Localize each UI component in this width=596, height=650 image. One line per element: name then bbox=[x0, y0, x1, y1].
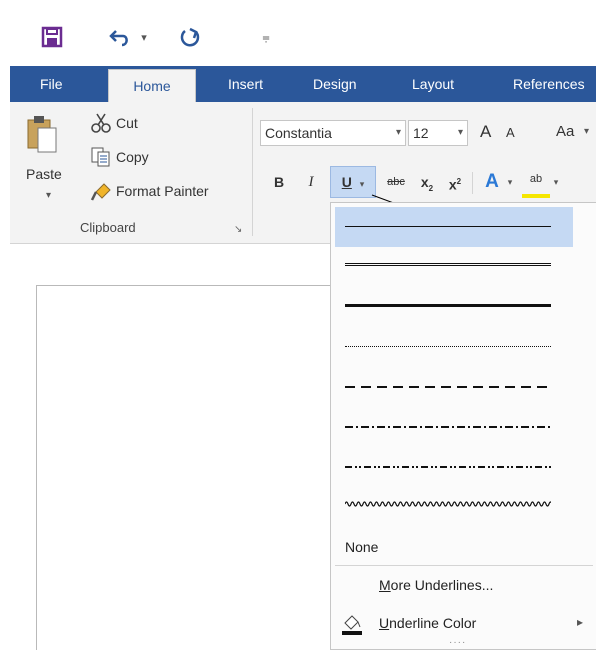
superscript-button[interactable]: x2 bbox=[444, 166, 466, 198]
superscript-mark: 2 bbox=[456, 177, 462, 186]
ribbon-tabs: File Home Insert Design Layout Reference… bbox=[10, 66, 596, 102]
font-size-value: 12 bbox=[413, 125, 429, 141]
underline-option-dash-dot[interactable] bbox=[335, 407, 573, 447]
underline-option-dashed[interactable] bbox=[335, 367, 573, 407]
font-size-field[interactable]: 12 ▾ bbox=[408, 120, 468, 146]
double-line bbox=[345, 263, 551, 269]
italic-button[interactable]: I bbox=[302, 166, 320, 198]
more-underlines-label: ore Underlines... bbox=[390, 577, 494, 593]
undo-icon[interactable] bbox=[105, 22, 135, 52]
underline-button[interactable]: U ▾ bbox=[330, 166, 376, 198]
copy-icon[interactable] bbox=[90, 146, 112, 168]
superscript-glyph: x bbox=[448, 176, 457, 193]
change-case-dropdown-icon[interactable]: ▾ bbox=[584, 126, 589, 137]
group-separator bbox=[252, 108, 253, 236]
underline-option-wave[interactable] bbox=[335, 487, 573, 527]
font-size-dropdown-icon[interactable]: ▾ bbox=[458, 121, 463, 145]
format-painter-label[interactable]: Format Painter bbox=[116, 183, 209, 199]
tab-insert[interactable]: Insert bbox=[228, 66, 263, 102]
underline-option-thick[interactable] bbox=[335, 287, 573, 327]
strikethrough-button[interactable]: abc bbox=[382, 166, 410, 198]
text-effects-button[interactable]: A bbox=[480, 166, 504, 198]
clipboard-launcher-icon[interactable]: ↘ bbox=[234, 224, 242, 235]
dashed-line bbox=[345, 386, 551, 388]
underline-option-double[interactable] bbox=[335, 247, 573, 287]
more-underlines-accel: M bbox=[379, 577, 391, 593]
underline-option-single[interactable] bbox=[335, 207, 573, 247]
thick-line bbox=[345, 304, 551, 307]
highlight-dropdown-icon[interactable]: ▾ bbox=[550, 166, 562, 198]
menu-separator bbox=[335, 565, 593, 566]
underline-color-icon[interactable] bbox=[341, 613, 363, 635]
subscript-mark: 2 bbox=[428, 183, 434, 193]
tab-layout[interactable]: Layout bbox=[412, 66, 454, 102]
bold-button[interactable]: B bbox=[268, 166, 290, 198]
wave-line bbox=[345, 501, 551, 507]
dash-dot-dot-line bbox=[345, 466, 551, 468]
quick-access-toolbar: ▾ ⩦ bbox=[10, 10, 596, 66]
clipboard-group-label: Clipboard bbox=[80, 220, 136, 235]
underline-dropdown-menu: None More Underlines... Underline Color … bbox=[330, 202, 596, 650]
change-case-button[interactable]: Aa bbox=[556, 123, 574, 140]
save-icon[interactable] bbox=[38, 22, 66, 52]
cut-icon[interactable] bbox=[90, 112, 112, 134]
text-effects-dropdown-icon[interactable]: ▾ bbox=[504, 166, 516, 198]
tab-references[interactable]: References bbox=[513, 66, 585, 102]
shrink-font-button[interactable]: A bbox=[506, 125, 515, 140]
font-name-field[interactable]: Constantia ▾ bbox=[260, 120, 406, 146]
underline-color-label: nderline Color bbox=[389, 615, 477, 631]
highlight-button[interactable]: ab bbox=[522, 166, 550, 198]
submenu-arrow-icon: ▸ bbox=[577, 615, 584, 629]
cut-label[interactable]: Cut bbox=[116, 115, 138, 131]
font-name-value: Constantia bbox=[265, 125, 332, 141]
single-line bbox=[345, 226, 551, 227]
paste-label[interactable]: Paste bbox=[26, 166, 62, 182]
redo-icon[interactable] bbox=[175, 22, 205, 52]
underline-color-accel: U bbox=[379, 615, 390, 631]
customize-toolbar-icon[interactable]: ⩦ bbox=[258, 22, 274, 52]
resize-grip[interactable]: ···· bbox=[449, 637, 466, 648]
subscript-glyph: x bbox=[420, 174, 429, 190]
grow-font-button[interactable]: A bbox=[480, 122, 491, 142]
format-separator bbox=[472, 172, 473, 194]
tab-file[interactable]: File bbox=[40, 66, 63, 102]
paste-icon[interactable] bbox=[24, 112, 60, 156]
underline-option-dotted[interactable] bbox=[335, 327, 573, 367]
paste-dropdown-arrow[interactable]: ▾ bbox=[46, 190, 51, 201]
underline-option-dash-dot-dot[interactable] bbox=[335, 447, 573, 487]
dash-dot-line bbox=[345, 426, 551, 428]
underline-glyph: U bbox=[341, 174, 352, 190]
undo-dropdown-arrow[interactable]: ▾ bbox=[137, 22, 151, 52]
tab-design[interactable]: Design bbox=[313, 66, 357, 102]
tab-home[interactable]: Home bbox=[108, 69, 196, 102]
copy-label[interactable]: Copy bbox=[116, 149, 149, 165]
font-name-dropdown-icon[interactable]: ▾ bbox=[396, 121, 401, 145]
dotted-line bbox=[345, 346, 551, 347]
subscript-button[interactable]: x2 bbox=[416, 166, 438, 198]
underline-color-option[interactable]: Underline Color bbox=[379, 615, 476, 631]
underline-dropdown-icon[interactable]: ▾ bbox=[360, 179, 365, 189]
more-underlines-option[interactable]: More Underlines... bbox=[379, 577, 493, 593]
format-painter-icon[interactable] bbox=[90, 180, 114, 202]
underline-none-option[interactable]: None bbox=[345, 539, 378, 555]
